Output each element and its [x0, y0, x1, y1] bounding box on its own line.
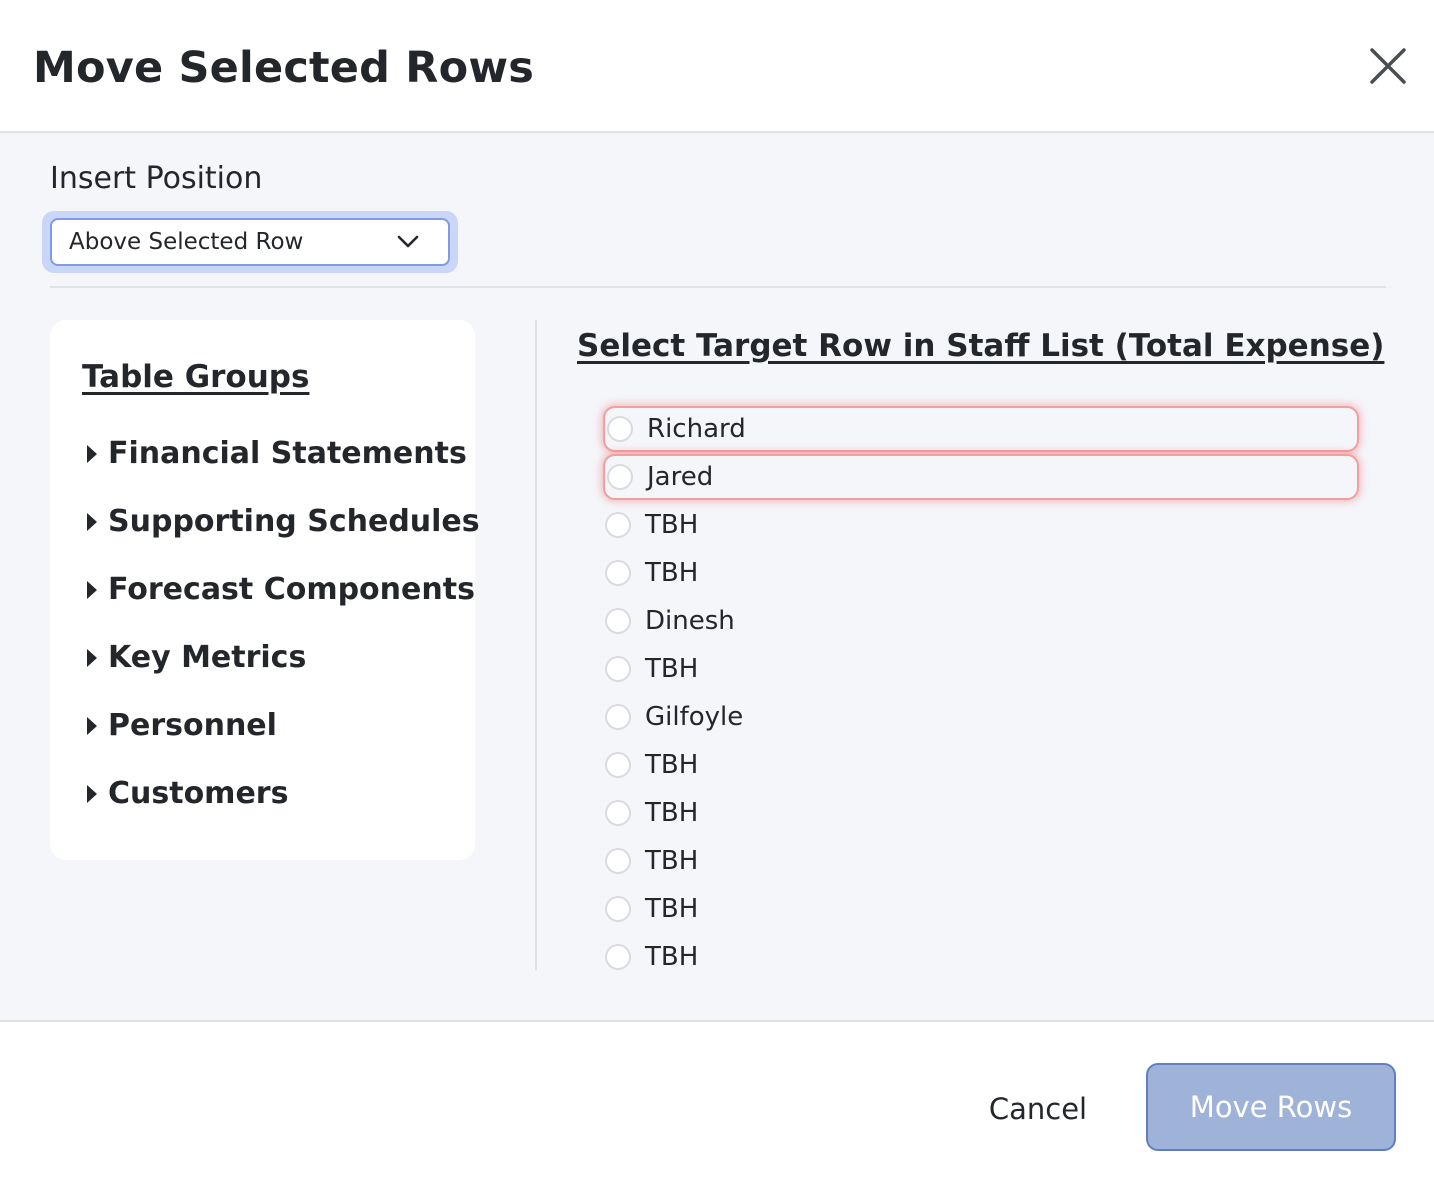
target-row-label: Jared [647, 462, 714, 492]
target-row-option[interactable]: Gilfoyle [603, 694, 1359, 740]
target-row-label: TBH [645, 654, 699, 684]
target-row-option[interactable]: TBH [603, 550, 1359, 596]
target-row-option[interactable]: TBH [603, 502, 1359, 548]
group-item-supporting-schedules[interactable]: Supporting Schedules [84, 500, 480, 544]
insert-position-select-focus-ring: Above Selected Row [42, 211, 458, 273]
chevron-down-icon [397, 235, 419, 248]
group-item-customers[interactable]: Customers [84, 772, 288, 816]
panel-divider [535, 320, 537, 970]
target-row-title: Select Target Row in Staff List (Total E… [577, 328, 1385, 364]
divider [50, 286, 1386, 288]
group-item-personnel[interactable]: Personnel [84, 704, 277, 748]
group-item-label: Personnel [108, 708, 277, 743]
group-item-financial-statements[interactable]: Financial Statements [84, 432, 467, 476]
insert-position-label: Insert Position [50, 161, 263, 196]
radio-button[interactable] [605, 656, 631, 682]
caret-right-icon [87, 513, 97, 531]
target-row-label: Dinesh [645, 606, 735, 636]
caret-right-icon [87, 581, 97, 599]
caret-right-icon [87, 717, 97, 735]
target-row-label: Richard [647, 414, 746, 444]
caret-right-icon [87, 785, 97, 803]
radio-button[interactable] [605, 512, 631, 538]
radio-button[interactable] [605, 560, 631, 586]
table-groups-title: Table Groups [82, 359, 310, 395]
target-row-label: TBH [645, 798, 699, 828]
group-item-label: Customers [108, 776, 289, 811]
target-row-label: TBH [645, 510, 699, 540]
group-item-label: Supporting Schedules [108, 504, 480, 539]
insert-position-value: Above Selected Row [69, 229, 304, 255]
group-item-forecast-components[interactable]: Forecast Components [84, 568, 475, 612]
close-button[interactable] [1364, 42, 1412, 90]
target-row-label: TBH [645, 750, 699, 780]
caret-right-icon [87, 445, 97, 463]
target-row-option[interactable]: TBH [603, 886, 1359, 932]
group-item-label: Financial Statements [108, 436, 467, 471]
radio-button[interactable] [605, 944, 631, 970]
target-row-label: Gilfoyle [645, 702, 744, 732]
target-row-option[interactable]: TBH [603, 742, 1359, 788]
target-row-option[interactable]: Dinesh [603, 598, 1359, 644]
group-item-label: Forecast Components [108, 572, 475, 607]
move-rows-dialog: Move Selected Rows Insert Position Above… [0, 0, 1434, 1188]
caret-right-icon [87, 649, 97, 667]
radio-button[interactable] [605, 752, 631, 778]
target-row-option[interactable]: TBH [603, 646, 1359, 692]
target-row-option[interactable]: Richard [603, 406, 1359, 452]
insert-position-select[interactable]: Above Selected Row [50, 218, 450, 266]
radio-button[interactable] [607, 464, 633, 490]
target-row-label: TBH [645, 846, 699, 876]
target-row-option[interactable]: TBH [603, 790, 1359, 836]
radio-button[interactable] [605, 608, 631, 634]
dialog-body: Insert Position Above Selected Row Table… [0, 133, 1434, 1020]
radio-button[interactable] [605, 848, 631, 874]
dialog-header: Move Selected Rows [0, 0, 1434, 133]
target-row-label: TBH [645, 894, 699, 924]
cancel-button[interactable]: Cancel [970, 1084, 1106, 1134]
radio-button[interactable] [605, 896, 631, 922]
group-item-label: Key Metrics [108, 640, 307, 675]
radio-button[interactable] [607, 416, 633, 442]
group-item-key-metrics[interactable]: Key Metrics [84, 636, 306, 680]
dialog-title: Move Selected Rows [33, 43, 535, 93]
radio-button[interactable] [605, 800, 631, 826]
radio-button[interactable] [605, 704, 631, 730]
move-rows-button[interactable]: Move Rows [1146, 1063, 1396, 1151]
target-row-option[interactable]: TBH [603, 838, 1359, 884]
close-icon [1370, 48, 1406, 84]
target-row-label: TBH [645, 558, 699, 588]
target-row-option[interactable]: Jared [603, 454, 1359, 500]
table-groups-panel: Table Groups Financial Statements Suppor… [50, 320, 480, 860]
target-row-option[interactable]: TBH [603, 934, 1359, 980]
target-row-label: TBH [645, 942, 699, 972]
dialog-footer: Cancel Move Rows [0, 1020, 1434, 1188]
